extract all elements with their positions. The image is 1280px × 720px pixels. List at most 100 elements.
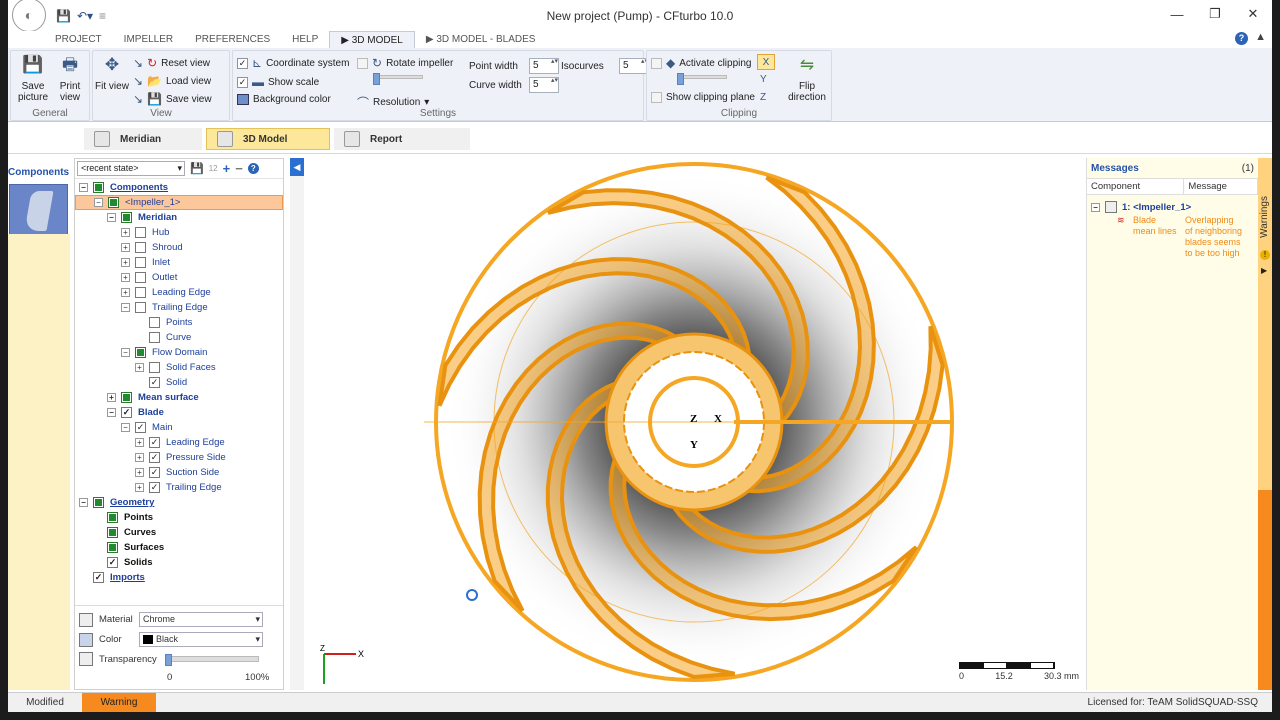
tree-item-pressure-side[interactable]: + ✓ Pressure Side [75,450,283,465]
close-button[interactable]: ✕ [1234,0,1272,28]
state-dropdown[interactable]: <recent state> [77,161,185,176]
print-view-button[interactable]: 🖶 Print view [51,53,89,103]
tree-item-blade-leading-edge[interactable]: + ✓ Leading Edge [75,435,283,450]
activate-clipping-checkbox[interactable] [651,57,662,69]
add-icon[interactable]: + [223,161,231,176]
fit-view-button[interactable]: ✥ Fit view [95,53,129,92]
tree-item-meridian[interactable]: − Meridian [75,210,283,225]
color-dropdown[interactable]: Black [139,632,263,647]
warnings-side-tab[interactable]: Warnings ! ▶ [1258,158,1272,690]
tree-item-geometry[interactable]: − Geometry [75,495,283,510]
rotate-impeller-toggle[interactable]: ↻ Rotate impeller [357,56,453,70]
tree-item-solid-faces[interactable]: + Solid Faces [75,360,283,375]
tree-item-blade[interactable]: − ✓ Blade [75,405,283,420]
tree-item-flow-domain[interactable]: − Flow Domain [75,345,283,360]
coordinate-system-checkbox[interactable]: ✓ [237,57,248,69]
view-tab-meridian[interactable]: Meridian [84,128,202,150]
3d-viewport[interactable]: Z X Y X Z 0 15.2 30.3 mm [304,158,1084,690]
message-row[interactable]: − 1: <Impeller_1> [1087,195,1258,215]
point-width-stepper[interactable]: 5 [529,58,559,74]
material-dropdown[interactable]: Chrome [139,612,263,627]
tab-preferences[interactable]: PREFERENCES [184,31,281,48]
show-clipping-plane-toggle[interactable]: Show clipping plane [651,92,755,103]
coordinate-system-toggle[interactable]: ✓ ⊾ Coordinate system [237,56,349,70]
tree-item-geometry-surfaces[interactable]: Surfaces [75,540,283,555]
curve-width-stepper[interactable]: 5 [529,77,559,93]
ribbon-pin-icon[interactable]: ▲ [1255,31,1266,43]
numbering-icon[interactable]: 12 [209,164,218,173]
save-view-button[interactable]: ↘ 💾 Save view [133,92,212,106]
tree-item-geometry-curves[interactable]: Curves [75,525,283,540]
show-scale-checkbox[interactable]: ✓ [237,76,248,88]
panel-splitter[interactable]: ◀ [290,158,304,690]
save-icon[interactable]: 💾 [56,9,71,23]
column-message[interactable]: Message [1184,179,1258,194]
tree-item-impeller[interactable]: − <Impeller_1> [75,195,283,210]
tab-3d-model-blades[interactable]: ▶ 3D MODEL - BLADES [415,31,547,48]
column-component[interactable]: Component [1087,179,1185,194]
tree-item-outlet[interactable]: + Outlet [75,270,283,285]
help-icon[interactable]: ? [247,163,259,174]
save-state-icon[interactable]: 💾 [190,162,204,175]
show-scale-toggle[interactable]: ✓ ▬ Show scale [237,75,319,89]
tree-item-solid[interactable]: ✓ Solid [75,375,283,390]
tree-item-main[interactable]: − ✓ Main [75,420,283,435]
tab-project[interactable]: PROJECT [44,31,113,48]
collapse-icon[interactable]: − [1091,202,1100,212]
show-clipping-plane-checkbox[interactable] [651,92,662,103]
clipping-slider-track[interactable] [677,73,727,85]
tree-item-imports[interactable]: ✓ Imports [75,570,283,585]
tree-item-shroud[interactable]: + Shroud [75,240,283,255]
impeller-render[interactable]: Z X Y [304,158,1084,690]
tree-item-points[interactable]: Points [75,315,283,330]
expand-arrow-icon[interactable]: ▶ [1261,266,1267,275]
impeller-component-thumbnail[interactable] [9,184,68,240]
app-logo-icon[interactable]: ◐ [12,0,46,32]
help-icon[interactable]: ? [1235,32,1248,45]
activate-clipping-toggle[interactable]: ◆ Activate clipping [651,56,752,70]
general-caption: General [32,108,68,119]
tree-item-hub[interactable]: + Hub [75,225,283,240]
reset-view-button[interactable]: ↘ ↻ Reset view [133,56,210,70]
tree-item-mean-surface[interactable]: + Mean surface [75,390,283,405]
color-icon [79,632,93,647]
clip-z-button[interactable]: Z [760,92,766,103]
rotation-slider[interactable] [373,73,423,85]
tree-item-curve[interactable]: Curve [75,330,283,345]
clipping-slider[interactable] [677,73,727,85]
transparency-slider[interactable] [165,654,259,666]
tree-item-inlet[interactable]: + Inlet [75,255,283,270]
status-license: Licensed for: TeAM SolidSQUAD-SSQ [1087,697,1258,708]
load-view-button[interactable]: ↘ 📂 Load view [133,74,211,88]
application-window: ◐ 💾 ↶▾ ≡ New project (Pump) - CFturbo 10… [8,0,1272,712]
maximize-button[interactable]: ❐ [1196,0,1234,28]
tree-item-leading-edge[interactable]: + Leading Edge [75,285,283,300]
undo-icon[interactable]: ↶▾ [77,9,93,23]
background-color-button[interactable]: Background color [237,94,331,105]
view-tab-report[interactable]: Report [334,128,470,150]
tree-item-geometry-solids[interactable]: ✓ Solids [75,555,283,570]
tree-item-geometry-points[interactable]: Points [75,510,283,525]
tree-item-suction-side[interactable]: + ✓ Suction Side [75,465,283,480]
save-picture-button[interactable]: 💾 Save picture [14,53,52,103]
tab-impeller[interactable]: IMPELLER [113,31,184,48]
rotation-slider-track[interactable] [373,73,423,85]
tree-item-trailing-edge[interactable]: − Trailing Edge [75,300,283,315]
rotate-impeller-checkbox[interactable] [357,57,368,69]
coordinate-triad-svg: X Z [320,644,364,684]
remove-icon[interactable]: − [235,161,243,176]
clip-x-button[interactable]: X [757,54,775,70]
clip-y-button[interactable]: Y [760,74,767,85]
message-detail[interactable]: ≋ Blade mean lines Overlapping of neighb… [1087,215,1258,259]
minimize-button[interactable]: — [1158,0,1196,28]
view-tab-3d-model[interactable]: 3D Model [206,128,330,150]
flip-direction-button[interactable]: ⇋ Flip direction [785,53,829,103]
status-warning[interactable]: Warning [82,692,156,712]
tree-item-components[interactable]: − Components [75,180,283,195]
isocurves-stepper[interactable]: 5 [619,58,649,74]
tab-3d-model[interactable]: ▶ 3D MODEL [329,31,415,48]
collapse-arrow-icon[interactable]: ◀ [290,158,304,176]
tab-help[interactable]: HELP [281,31,329,48]
tree-item-blade-trailing-edge[interactable]: + ✓ Trailing Edge [75,480,283,495]
customize-icon[interactable]: ≡ [99,9,106,23]
